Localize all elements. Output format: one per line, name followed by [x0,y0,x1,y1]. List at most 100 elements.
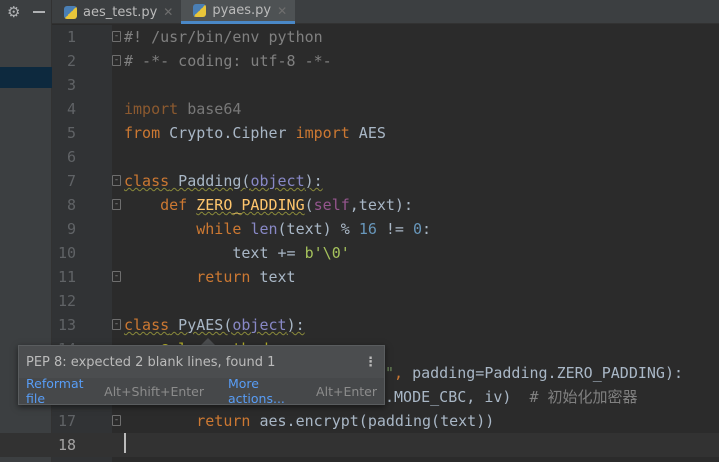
keyword: return [124,412,251,430]
fold-icon[interactable]: - [112,31,121,42]
line-number: 1 [66,28,76,46]
code-line: 6 [0,145,719,169]
builtin: object [232,316,287,334]
code-text: class PyAES(object): [124,313,305,337]
line-number: 9 [66,220,76,238]
punct: : [422,220,432,238]
expr: aes.encrypt(padding(text)) [250,412,495,430]
self: self [313,196,350,214]
code-text: # -*- coding: utf-8 -*- [124,52,332,70]
number: 0 [413,220,423,238]
tab-label: pyaes.py [212,3,272,18]
code-text: ", padding=Padding.ZERO_PADDING): [385,361,683,385]
python-file-icon [193,4,207,17]
code-text: return aes.encrypt(padding(text)) [124,409,494,433]
expr: text += [124,244,305,262]
fold-icon[interactable]: - [112,199,121,210]
punct: , [394,364,413,382]
code-text: #! /usr/bin/env python [124,28,323,46]
keyword: def [124,196,197,214]
shortcut-label: Alt+Enter [316,383,377,399]
close-icon[interactable]: ✕ [277,4,287,18]
code-text: class Padding(object): [124,169,323,193]
fold-icon[interactable]: - [112,271,121,282]
code-text: while len(text) % 16 != 0: [124,217,431,241]
class-name: PyAES( [169,316,233,334]
code-line: 3 [0,73,719,97]
code-line: 5 from Crypto.Cipher import AES [0,121,719,145]
line-number: 4 [66,100,76,118]
fold-icon[interactable]: - [112,175,121,186]
more-options-icon[interactable]: ⋮ [364,355,377,370]
shortcut-label: Alt+Shift+Enter [104,383,204,399]
expr: , iv) [466,388,530,406]
module: Crypto.Cipher [160,124,296,142]
editor-tabs: aes_test.py ✕ pyaes.py ✕ [52,0,719,24]
punct: ): [286,316,305,334]
op: != [376,220,413,238]
keyword: from [124,124,161,142]
expr: .MODE_CBC [385,388,467,406]
line-number: 12 [57,292,76,310]
name: text [250,268,296,286]
code-line: 2 - # -*- coding: utf-8 -*- [0,49,719,73]
string: " [385,364,395,382]
fold-icon[interactable]: - [112,319,121,330]
function-name: ZERO_PADDING [196,196,305,214]
code-text: from Crypto.Cipher import AES [124,121,386,145]
params: ,text): [349,196,413,214]
keyword: import [124,100,179,118]
module: base64 [178,100,242,118]
more-actions-link[interactable]: More actions... [228,376,308,406]
expr: (text) % [277,220,359,238]
line-number: 17 [57,412,76,430]
fold-icon[interactable]: - [112,55,121,66]
python-file-icon [64,5,77,19]
tab-label: aes_test.py [83,4,158,20]
punct: ( [304,196,314,214]
text-cursor [124,433,126,453]
minimize-icon[interactable] [33,11,45,13]
code-line: 9 while len(text) % 16 != 0: [0,217,719,241]
code-line: 13 - class PyAES(object): [0,313,719,337]
line-number: 13 [57,316,76,334]
keyword: class [124,172,170,190]
name: AES [349,124,386,142]
gear-icon[interactable]: ⚙ [7,3,20,21]
line-number: 11 [57,268,76,286]
fold-icon[interactable]: - [112,415,121,426]
code-line: 4 import base64 [0,97,719,121]
code-line: 12 [0,289,719,313]
code-text: .MODE_CBC, iv) # 初始化加密器 [385,385,638,409]
line-number: 6 [66,148,76,166]
tab-pyaes[interactable]: pyaes.py ✕ [181,0,296,24]
line-number: 18 [57,436,76,454]
line-number: 2 [66,52,76,70]
code-text: return text [124,265,296,289]
code-line: 8 - def ZERO_PADDING(self,text): [0,193,719,217]
code-text: def ZERO_PADDING(self,text): [124,193,413,217]
line-number: 10 [57,244,76,262]
class-name: Padding( [169,172,251,190]
punct: ): [304,172,323,190]
close-icon[interactable]: ✕ [163,5,173,19]
builtin: len [250,220,278,238]
line-number: 7 [66,172,76,190]
popup-arrow [201,338,215,345]
tab-aes-test[interactable]: aes_test.py ✕ [52,0,181,24]
reformat-file-link[interactable]: Reformat file [26,376,96,406]
popup-message: PEP 8: expected 2 blank lines, found 1 [26,354,276,370]
keyword: import [295,124,350,142]
line-number: 8 [66,196,76,214]
code-line: 1 - #! /usr/bin/env python [0,25,719,49]
code-line: 17 - return aes.encrypt(padding(text)) [0,409,719,433]
string: b'\0' [304,244,350,262]
builtin: object [250,172,305,190]
number: 16 [358,220,377,238]
code-line-current: 18 [0,433,719,457]
code-text: text += b'\0' [124,241,350,265]
keyword: return [124,268,251,286]
line-number: 3 [66,76,76,94]
params: padding=Padding.ZERO_PADDING): [412,364,684,382]
code-line: 7 - class Padding(object): [0,169,719,193]
